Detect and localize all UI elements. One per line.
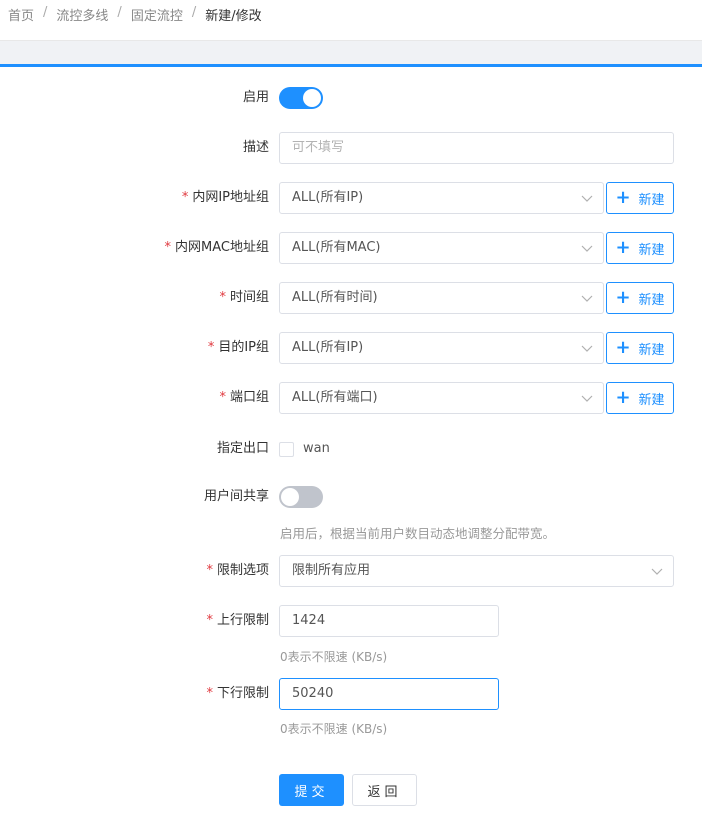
plus-icon: + [615,187,631,208]
share-switch[interactable] [279,486,323,508]
exit-label: 指定出口 [216,441,269,456]
share-label: 用户间共享 [203,489,269,504]
row-port-group: * 端口组 ALL(所有端口) + 新建 [0,382,702,414]
chevron-down-icon [581,245,593,252]
download-input[interactable]: 50240 [279,678,499,710]
wan-checkbox[interactable] [279,442,294,457]
breadcrumb-fixed-flow[interactable]: 固定流控 [131,5,183,24]
lan-ip-group-select[interactable]: ALL(所有IP) [279,182,604,214]
upload-input[interactable]: 1424 [279,605,499,637]
plus-icon: + [615,337,631,358]
row-description: 描述 可不填写 [0,132,702,164]
dst-ip-group-label: * 目的IP组 [207,340,269,355]
new-port-group-button[interactable]: + 新建 [606,382,674,414]
new-lan-mac-group-button[interactable]: + 新建 [606,232,674,264]
download-hint: 0表示不限速 (KB/s) [280,722,388,736]
row-share: 用户间共享 [0,481,702,513]
required-mark: * [219,390,226,405]
required-mark: * [206,563,213,578]
port-group-label: * 端口组 [219,390,269,405]
row-lan-ip-group: * 内网IP地址组 ALL(所有IP) + 新建 [0,182,702,214]
limit-option-label: * 限制选项 [206,563,269,578]
new-time-group-button[interactable]: + 新建 [606,282,674,314]
required-mark: * [164,240,172,255]
row-exit: 指定出口 wan [0,433,702,465]
required-mark: * [206,613,213,628]
lan-mac-group-select[interactable]: ALL(所有MAC) [279,232,604,264]
chevron-down-icon [581,295,593,302]
required-mark: * [206,686,213,701]
breadcrumb-separator: / [43,5,48,20]
row-upload: * 上行限制 1424 [0,605,702,637]
required-mark: * [219,290,226,305]
breadcrumb-separator: / [191,5,197,20]
plus-icon: + [615,237,631,258]
new-lan-ip-group-button[interactable]: + 新建 [606,182,674,214]
chevron-down-icon [581,345,593,352]
limit-option-select[interactable]: 限制所有应用 [279,555,674,587]
breadcrumb-separator: / [117,5,122,20]
plus-icon: + [615,387,631,408]
upload-label: * 上行限制 [206,613,269,628]
row-enable: 启用 [0,82,702,114]
upload-hint: 0表示不限速 (KB/s) [280,650,388,664]
new-dst-ip-group-button[interactable]: + 新建 [606,332,674,364]
time-group-label: * 时间组 [219,290,269,305]
row-download: * 下行限制 50240 [0,678,702,710]
switch-knob [281,488,299,506]
download-label: * 下行限制 [206,686,269,701]
enable-label: 启用 [242,90,269,105]
time-group-select[interactable]: ALL(所有时间) [279,282,604,314]
row-dst-ip-group: * 目的IP组 ALL(所有IP) + 新建 [0,332,702,364]
row-time-group: * 时间组 ALL(所有时间) + 新建 [0,282,702,314]
description-input[interactable]: 可不填写 [279,132,674,164]
switch-knob [303,89,321,107]
breadcrumb-home[interactable]: 首页 [8,5,34,24]
breadcrumb-flow-control[interactable]: 流控多线 [56,5,108,24]
port-group-select[interactable]: ALL(所有端口) [279,382,604,414]
lan-mac-group-label: * 内网MAC地址组 [164,240,269,255]
plus-icon: + [615,287,631,308]
dst-ip-group-select[interactable]: ALL(所有IP) [279,332,604,364]
breadcrumb-current: 新建/修改 [205,9,262,24]
accent-divider [0,64,702,67]
chevron-down-icon [581,395,593,402]
wan-checkbox-label[interactable]: wan [303,433,330,465]
required-mark: * [181,190,189,205]
breadcrumb: 首页 / 流控多线 / 固定流控 / 新建/修改 [0,0,702,40]
row-limit-option: * 限制选项 限制所有应用 [0,555,702,587]
lan-ip-group-label: * 内网IP地址组 [181,190,269,205]
required-mark: * [207,340,215,355]
description-label: 描述 [242,140,269,155]
share-hint: 启用后，根据当前用户数目动态地调整分配带宽。 [280,526,556,541]
enable-switch[interactable] [279,87,323,109]
chevron-down-icon [651,568,663,575]
chevron-down-icon [581,195,593,202]
back-button[interactable]: 返回 [352,774,417,806]
header-bar [0,40,702,65]
row-lan-mac-group: * 内网MAC地址组 ALL(所有MAC) + 新建 [0,232,702,264]
submit-button[interactable]: 提交 [279,774,344,806]
